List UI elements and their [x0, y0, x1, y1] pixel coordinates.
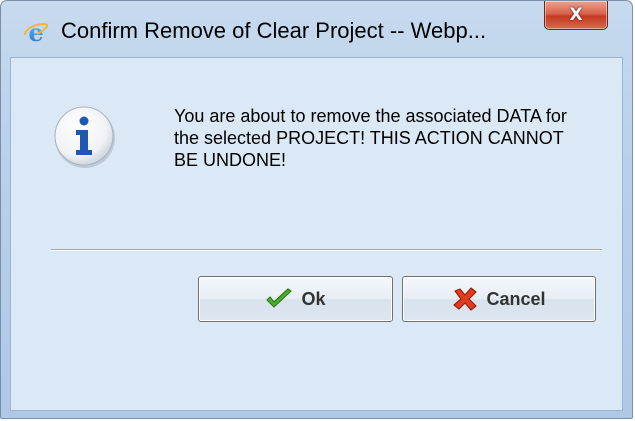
cancel-button[interactable]: Cancel	[402, 276, 596, 322]
red-x-icon	[453, 287, 478, 311]
ok-button[interactable]: Ok	[198, 276, 393, 322]
confirmation-message: You are about to remove the associated D…	[174, 106, 567, 170]
close-icon: X	[569, 5, 583, 25]
information-icon	[54, 106, 115, 168]
window-title: Confirm Remove of Clear Project -- Webp.…	[61, 18, 487, 43]
title-bar[interactable]: e Confirm Remove of Clear Project -- Web…	[1, 1, 632, 57]
dialog-body: You are about to remove the associated D…	[10, 57, 623, 411]
close-button[interactable]: X	[544, 1, 608, 30]
ok-label: Ok	[301, 288, 326, 309]
dialog-window: e Confirm Remove of Clear Project -- Web…	[0, 0, 633, 419]
checkmark-icon	[266, 288, 293, 308]
divider	[51, 249, 602, 251]
cancel-label: Cancel	[486, 288, 546, 309]
internet-explorer-icon: e	[24, 20, 49, 46]
